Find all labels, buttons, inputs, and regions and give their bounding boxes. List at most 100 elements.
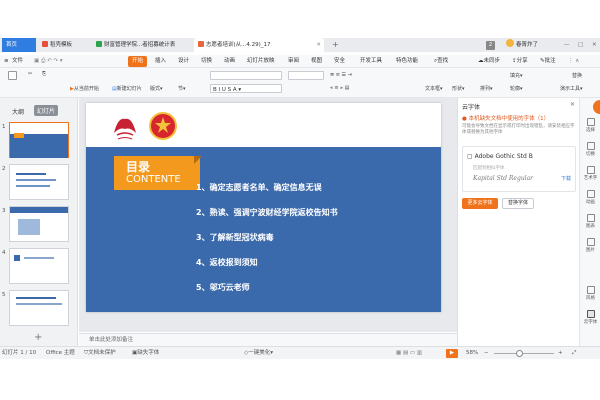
font-format-icons: B I U S A ▾: [213, 87, 242, 93]
floating-assistant-icon[interactable]: [593, 100, 600, 114]
tab-label: 稻壳模板: [50, 42, 73, 48]
minimize-icon[interactable]: —: [560, 38, 570, 52]
docer-icon: [42, 41, 48, 47]
font-card[interactable]: ▢ Adobe Gothic Std B 匹配到相似字体 Kapital Std…: [462, 146, 576, 192]
sidebar-select[interactable]: 选择: [580, 118, 600, 133]
play-slideshow-icon[interactable]: ▶: [446, 349, 458, 358]
chart-icon: [586, 214, 595, 222]
textbox-button[interactable]: 文本框▾: [425, 85, 443, 92]
missing-font-status[interactable]: ▣缺失字体: [132, 347, 159, 360]
slide-thumbnail-2[interactable]: [9, 164, 69, 200]
menu-design[interactable]: 设计: [178, 55, 189, 68]
zoom-slider[interactable]: [494, 353, 554, 354]
menu-developer[interactable]: 开发工具: [360, 55, 382, 68]
menu-slideshow[interactable]: 幻灯片放映: [247, 55, 275, 68]
menu-view[interactable]: 视图: [311, 55, 322, 68]
tab-slides[interactable]: 幻灯片: [34, 105, 59, 116]
select-icon: [586, 118, 595, 126]
align-icons[interactable]: ⫷ ≡ ⫸ ▤: [330, 85, 349, 91]
replace-button[interactable]: 替换: [572, 72, 582, 79]
tab-sheet[interactable]: 财富管理学院...者招募统计表: [92, 38, 192, 52]
menu-review[interactable]: 审阅: [288, 55, 299, 68]
sidebar-chart[interactable]: 图表: [580, 214, 600, 229]
share-button[interactable]: ⇪分享: [512, 55, 528, 68]
sidebar-wordart[interactable]: 艺术字: [580, 166, 600, 181]
font-card-name: ▢ Adobe Gothic Std B: [467, 153, 533, 160]
zoom-in-icon[interactable]: +: [558, 347, 563, 360]
replace-font-button[interactable]: 替换字体: [502, 198, 534, 209]
toc-item: 4、返校报到须知: [196, 258, 258, 267]
heading-tag-fold: [194, 156, 202, 164]
maximize-icon[interactable]: □: [574, 38, 584, 52]
more-cloud-fonts-button[interactable]: 更多云字体: [462, 198, 498, 209]
zoom-out-icon[interactable]: −: [484, 347, 489, 360]
new-slide-button[interactable]: ▤新建幻灯片: [112, 85, 142, 92]
cut-icon[interactable]: ✂: [28, 71, 32, 77]
sidebar-cloud-font[interactable]: 云字体: [580, 310, 600, 325]
shape-button[interactable]: 形状▾: [452, 85, 465, 92]
view-mode-icons[interactable]: ▦ ▤ ▭ ▥: [396, 347, 422, 360]
layout-button[interactable]: 版式▾: [150, 85, 163, 92]
menu-insert[interactable]: 插入: [155, 55, 166, 68]
close-window-icon[interactable]: ✕: [588, 38, 598, 52]
section-button[interactable]: 节▾: [178, 85, 186, 92]
comment-button[interactable]: ✎批注: [540, 55, 556, 68]
font-download-link[interactable]: 下载: [561, 175, 571, 182]
sidebar-picture[interactable]: 图片: [580, 238, 600, 253]
font-name-field[interactable]: [210, 71, 282, 80]
missing-font-warning: ● 本机缺失文档中使用的字体（1）: [462, 116, 550, 122]
doc-protection[interactable]: ⛉文档未保护: [84, 347, 116, 360]
more-icon[interactable]: ⋮ ∧: [568, 55, 579, 68]
slide-thumbnail-4[interactable]: [9, 248, 69, 284]
paragraph-icons[interactable]: ≣ ≡ ☰ ⇥: [330, 72, 352, 78]
menu-features[interactable]: 特色功能: [396, 55, 418, 68]
font-format-row[interactable]: B I U S A ▾: [210, 84, 282, 93]
outline-button[interactable]: 轮廓▾: [510, 85, 523, 92]
slide-number: 2: [2, 166, 6, 172]
tab-presentation[interactable]: 志愿者培训(从...4.29)_17 ✕: [194, 38, 324, 52]
tab-home[interactable]: 首页: [2, 38, 36, 52]
menu-file[interactable]: 文件: [12, 55, 23, 68]
copy-icon[interactable]: ⎘: [42, 71, 46, 77]
notes-area[interactable]: 单击此处添加备注: [79, 333, 457, 346]
beautify-button[interactable]: ◇一键美化▾: [244, 347, 273, 360]
new-tab-icon[interactable]: +: [328, 38, 340, 52]
font-size-field[interactable]: [288, 71, 324, 80]
menu-transition[interactable]: 切换: [201, 55, 212, 68]
slide-thumbnail-3[interactable]: [9, 206, 69, 242]
search-box[interactable]: ⌕查找: [434, 55, 448, 68]
tab-outline[interactable]: 大纲: [12, 107, 24, 116]
menu-home[interactable]: 开始: [128, 56, 148, 67]
zoom-slider-handle[interactable]: [516, 350, 523, 357]
close-tab-icon[interactable]: ✕: [316, 38, 321, 52]
spreadsheet-icon: [96, 41, 102, 47]
sidebar-animation[interactable]: 动画: [580, 190, 600, 205]
sidebar-transition[interactable]: 切换: [580, 142, 600, 157]
presentation-icon: [198, 41, 204, 47]
panel-close-icon[interactable]: ✕: [570, 101, 575, 108]
tab-docer[interactable]: 稻壳模板: [38, 38, 90, 52]
menu-animation[interactable]: 动画: [224, 55, 235, 68]
slide-thumbnail-5[interactable]: [9, 290, 69, 326]
start-from-current-button[interactable]: ▶从当前开始: [70, 85, 99, 92]
fill-button[interactable]: 填充▾: [510, 72, 523, 79]
paste-icon[interactable]: [8, 71, 18, 80]
presenter-tools-button[interactable]: 演示工具▾: [560, 85, 583, 92]
slide-canvas[interactable]: 目录 CONTENTE 1、确定志愿者名单、确定信息无误 2、熟读、强调宁波财经…: [86, 103, 441, 312]
zoom-level[interactable]: 58%: [466, 347, 478, 360]
sidebar-style[interactable]: 风格: [580, 286, 600, 301]
quick-access-icons[interactable]: ▣ ⎙ ↶ ↷ ▾: [34, 55, 63, 68]
sync-status[interactable]: ☁未同步: [478, 55, 500, 68]
slide-thumbnail-1[interactable]: [9, 122, 69, 158]
slide-number: 4: [2, 250, 6, 256]
menu-security[interactable]: 安全: [334, 55, 345, 68]
arrange-button[interactable]: 排列▾: [480, 85, 493, 92]
user-account[interactable]: 春箐炸了: [502, 38, 554, 52]
notification-badge[interactable]: 2: [486, 38, 496, 52]
add-slide-icon[interactable]: +: [34, 332, 42, 343]
slide-thumbnail-panel: 大纲 幻灯片 1 2 3 4 5 +: [0, 98, 78, 346]
hamburger-icon[interactable]: ≡: [4, 55, 9, 68]
slide-number: 1: [2, 124, 6, 130]
tab-bar: 首页 稻壳模板 财富管理学院...者招募统计表 志愿者培训(从...4.29)_…: [0, 38, 600, 52]
fit-window-icon[interactable]: ⤢: [572, 347, 576, 360]
